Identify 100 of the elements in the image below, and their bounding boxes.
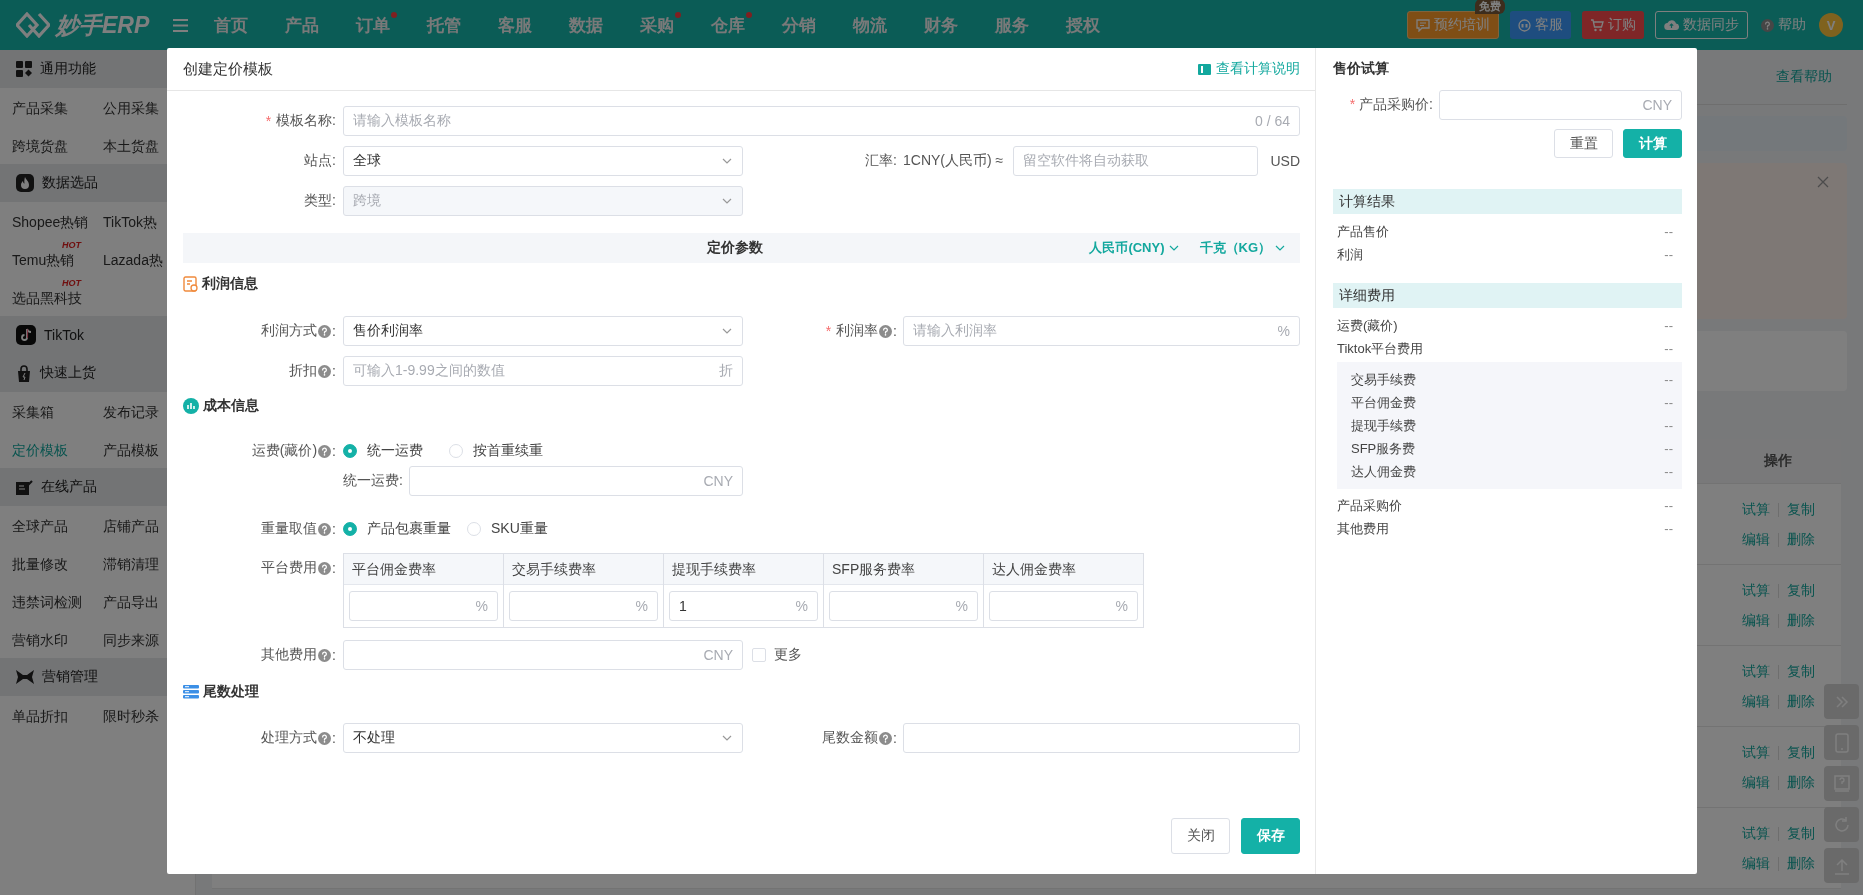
action-link[interactable]: 复制 [1786,580,1815,601]
header-button[interactable]: 预约培训 [1407,11,1499,39]
radio-label[interactable]: 按首重续重 [473,442,543,460]
site-select[interactable]: 全球 [343,146,743,176]
sidebar-item[interactable]: 店铺产品 [103,517,159,535]
discount-field[interactable]: 可输入1-9.99之间的数值 折 [343,356,743,386]
nav-item[interactable]: 采购 [640,13,674,37]
fee-rate-field[interactable]: % [509,591,658,621]
radio-label[interactable]: 统一运费 [367,442,423,460]
nav-item[interactable]: 托管 [427,13,461,37]
unit-dropdown[interactable]: 千克（KG） [1199,239,1286,257]
fee-rate-field[interactable]: 1 % [669,591,818,621]
sidebar-item[interactable]: 本土货盘 [103,137,159,155]
sidebar-item[interactable]: 营销水印 [12,631,68,649]
action-link[interactable]: 复制 [1786,742,1815,763]
action-link[interactable]: 删除 [1786,529,1815,550]
rounding-method-select[interactable]: 不处理 [343,723,743,753]
nav-item[interactable]: 分销 [782,13,816,37]
radio-button[interactable] [343,522,357,536]
rounding-amount-field[interactable] [903,723,1300,753]
nav-item[interactable]: 首页 [214,13,248,37]
sidebar-item[interactable]: 限时秒杀 [103,707,159,725]
nav-item[interactable]: 服务 [995,13,1029,37]
action-link[interactable]: 编辑 [1741,853,1770,874]
sidebar-item[interactable]: 发布记录 [103,403,159,421]
template-name-field[interactable]: 请输入模板名称 0 / 64 [343,106,1300,136]
action-link[interactable]: 编辑 [1741,772,1770,793]
result-value: -- [1664,441,1673,456]
sidebar-item[interactable]: 采集箱 [12,403,54,421]
action-link[interactable]: 删除 [1786,691,1815,712]
header-button[interactable]: 客服 [1510,11,1571,39]
result-value: -- [1664,418,1673,433]
reset-button[interactable]: 重置 [1554,129,1613,158]
sidebar-item[interactable]: 选品黑科技 [12,289,82,307]
action-link[interactable]: 试算 [1741,580,1770,601]
nav-item[interactable]: 财务 [924,13,958,37]
sidebar-item[interactable]: Shopee热销 [12,213,89,231]
nav-item[interactable]: 物流 [853,13,887,37]
sidebar-item[interactable]: Temu热销 [12,251,75,269]
sidebar-item[interactable]: 同步来源 [103,631,159,649]
save-button[interactable]: 保存 [1241,818,1300,854]
action-link[interactable]: 删除 [1786,772,1815,793]
action-link[interactable]: 复制 [1786,823,1815,844]
sidebar-item[interactable]: 批量修改 [12,555,68,573]
radio-label[interactable]: SKU重量 [491,520,548,538]
result-label: 产品售价 [1337,222,1389,241]
action-link[interactable]: 试算 [1741,742,1770,763]
nav-item[interactable]: 数据 [569,13,603,37]
action-link[interactable]: 删除 [1786,610,1815,631]
nav-item[interactable]: 产品 [285,13,319,37]
fee-rate-field[interactable]: % [829,591,978,621]
profit-rate-field[interactable]: 请输入利润率 % [903,316,1300,346]
sidebar-item[interactable]: 公用采集 [103,99,159,117]
guide-link[interactable]: 查看计算说明 [1198,60,1300,78]
profit-method-select[interactable]: 售价利润率 [343,316,743,346]
nav-item[interactable]: 授权 [1066,13,1100,37]
sidebar-item[interactable]: 产品模板 [103,441,159,459]
close-button[interactable]: 关闭 [1171,818,1230,854]
avatar[interactable]: V [1819,13,1843,37]
menu-icon[interactable] [173,18,188,32]
action-link[interactable]: 复制 [1786,661,1815,682]
nav-item[interactable]: 仓库 [711,13,745,37]
sidebar-item[interactable]: 全球产品 [12,517,68,535]
fee-rate-field[interactable]: % [349,591,498,621]
action-link[interactable]: 编辑 [1741,610,1770,631]
radio-button[interactable] [343,444,357,458]
exchange-rate-field[interactable]: 留空软件将自动获取 [1013,146,1259,176]
radio-label[interactable]: 产品包裹重量 [367,520,451,538]
flat-fee-field[interactable]: CNY [408,466,743,496]
action-link[interactable]: 试算 [1741,823,1770,844]
sidebar-item[interactable]: 违禁词检测 [12,593,82,611]
sidebar-item[interactable]: 单品折扣 [12,707,68,725]
purchase-price-field[interactable]: CNY [1439,90,1682,120]
unit-text: % [955,598,968,614]
form-label: 汇率: [865,152,897,170]
sidebar-item[interactable]: 滞销清理 [103,555,159,573]
close-icon[interactable] [1817,176,1829,188]
help-link[interactable]: 查看帮助 [1776,68,1832,86]
action-link[interactable]: 试算 [1741,661,1770,682]
sidebar-item[interactable]: 跨境货盘 [12,137,68,155]
nav-item[interactable]: 订单 [356,13,390,37]
action-link[interactable]: 编辑 [1741,691,1770,712]
fee-rate-field[interactable]: % [989,591,1138,621]
sidebar-item[interactable]: Lazada热 [103,251,163,269]
other-fee-field[interactable]: CNY [343,640,743,670]
action-link[interactable]: 编辑 [1741,529,1770,550]
action-link[interactable]: 复制 [1786,499,1815,520]
action-link[interactable]: 试算 [1741,499,1770,520]
checkbox[interactable] [752,648,766,662]
header-button[interactable]: 数据同步 [1655,11,1748,39]
sidebar-item[interactable]: 产品导出 [103,593,159,611]
currency-dropdown[interactable]: 人民币(CNY) [1089,239,1180,257]
sidebar-item[interactable]: TikTok热 [103,213,157,231]
action-link[interactable]: 删除 [1786,853,1815,874]
calculate-button[interactable]: 计算 [1623,129,1682,158]
checkbox-label[interactable]: 更多 [774,646,802,664]
header-button[interactable]: 订购 [1582,11,1644,39]
nav-item[interactable]: 客服 [498,13,532,37]
header-button[interactable]: 帮助 [1759,11,1808,39]
sidebar-item[interactable]: 产品采集 [12,99,68,117]
